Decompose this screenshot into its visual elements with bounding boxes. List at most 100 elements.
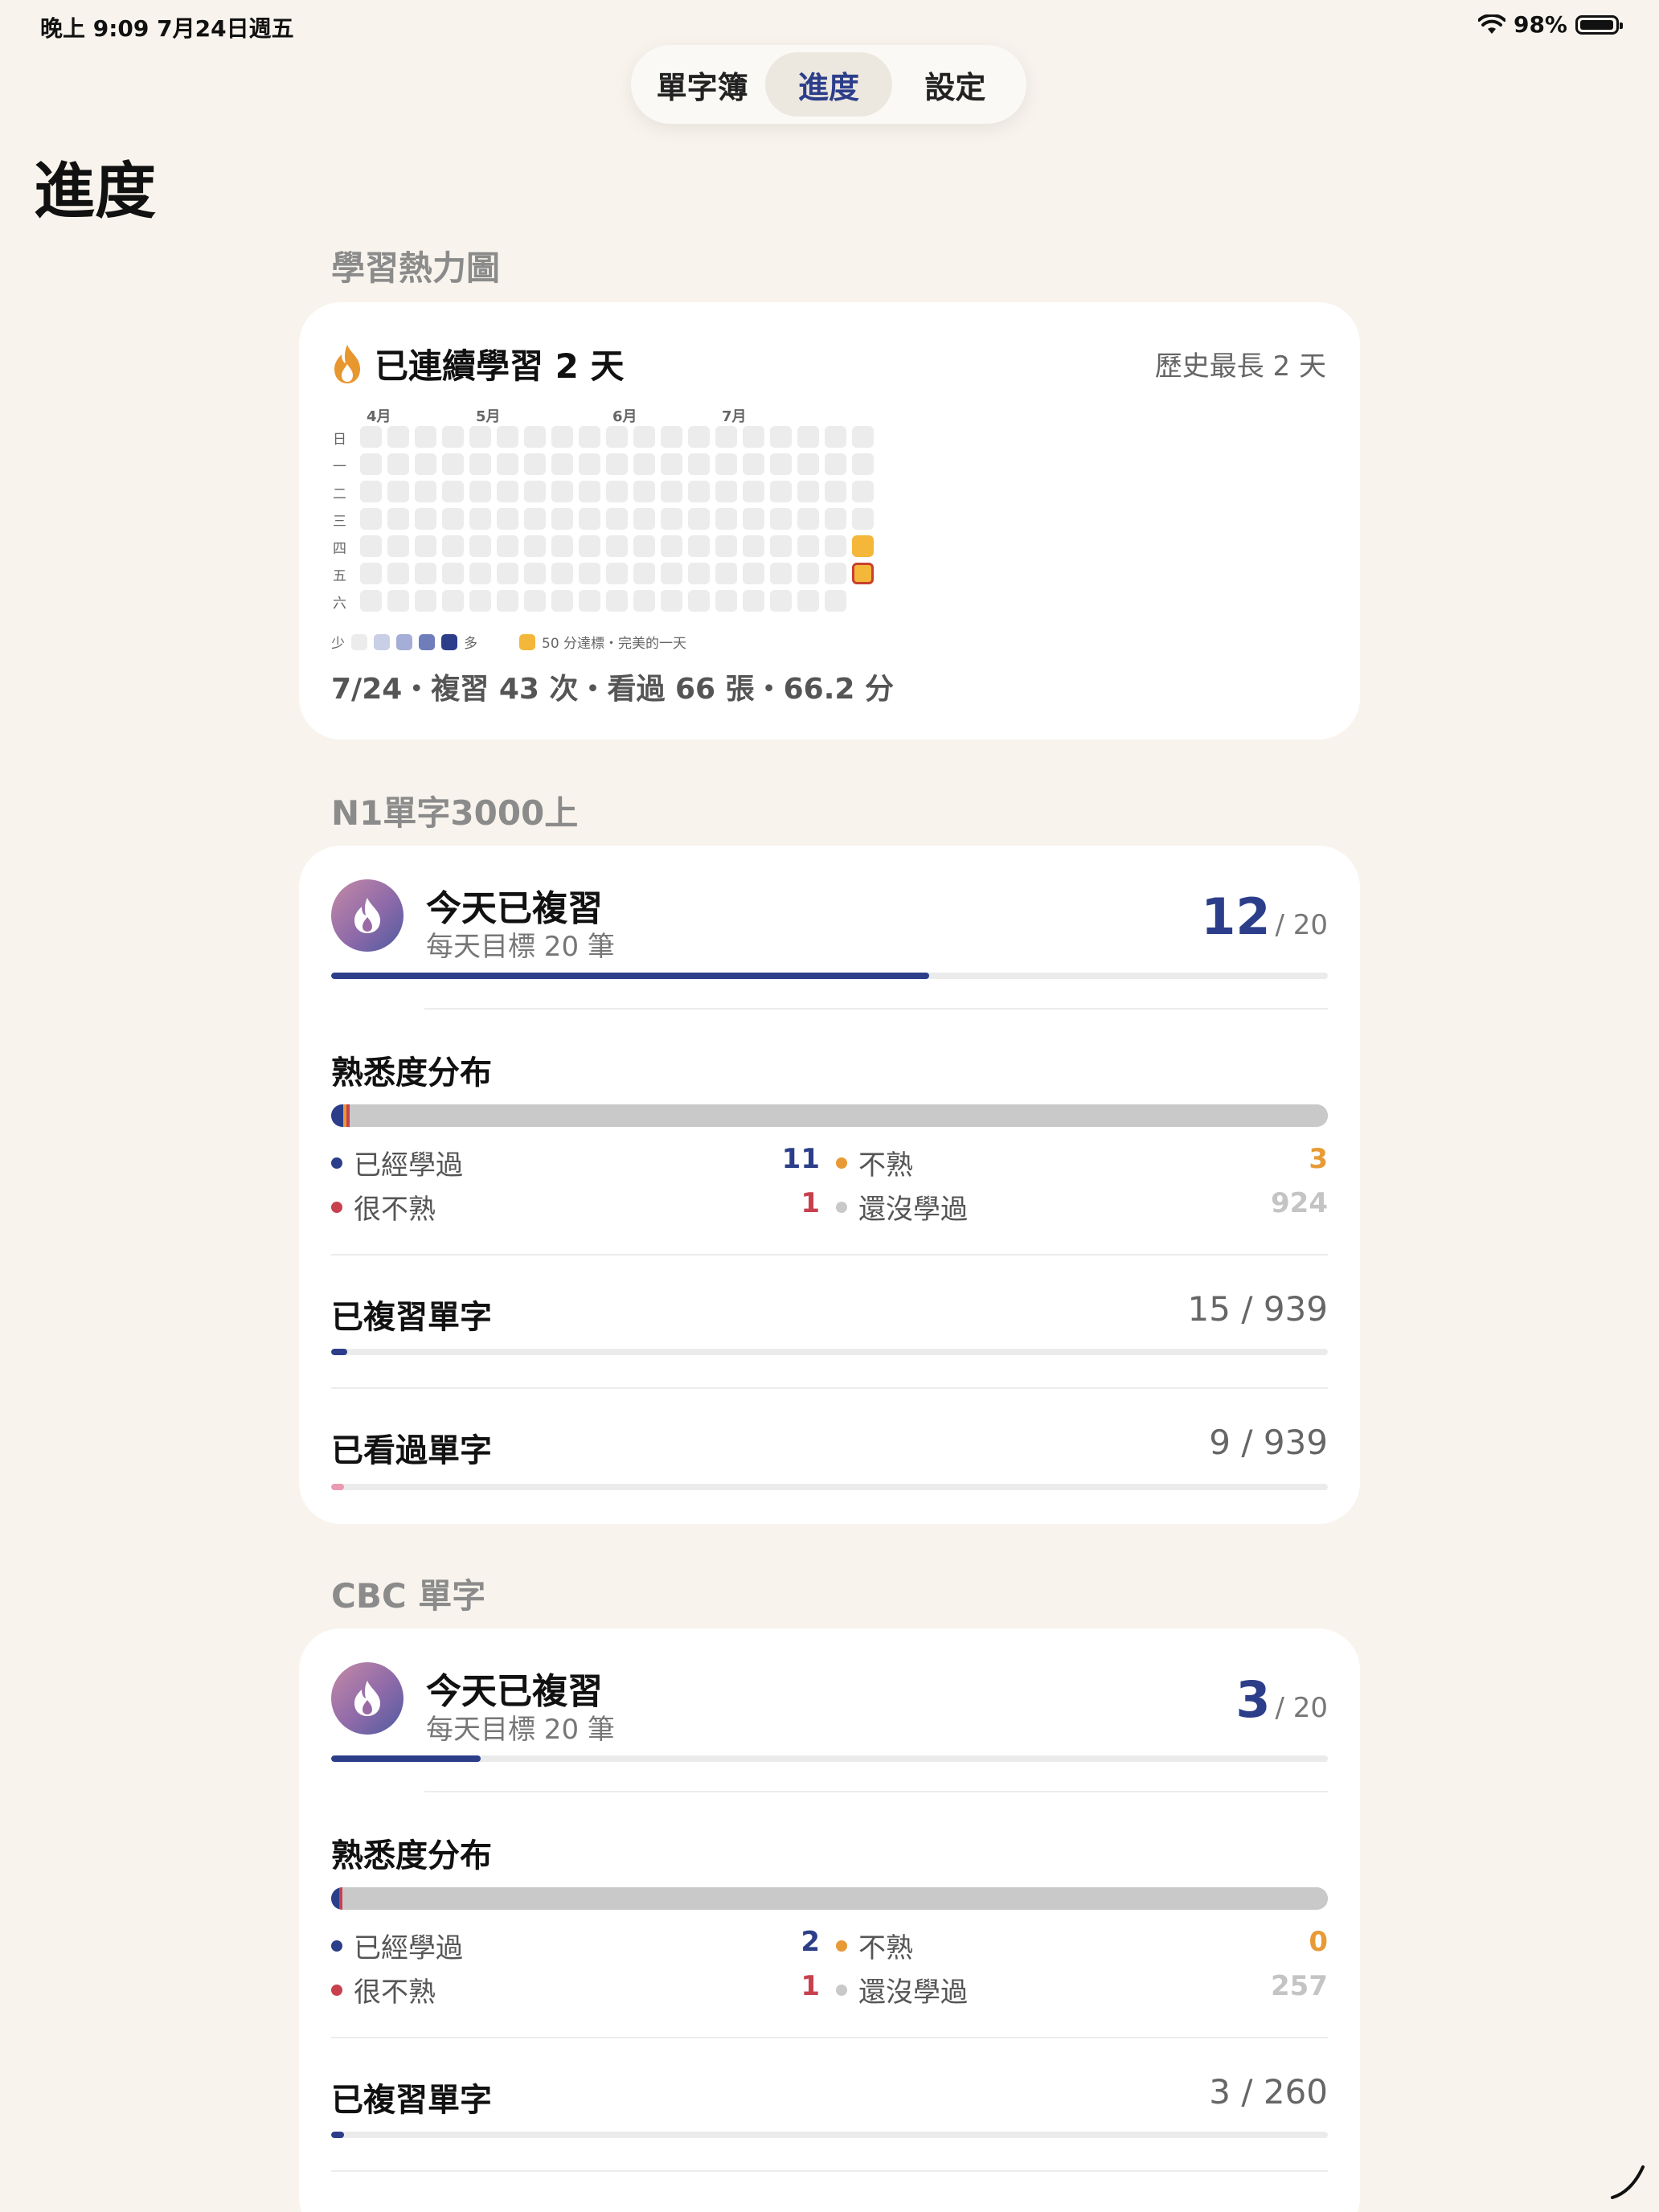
heatmap-cell[interactable]	[825, 535, 846, 557]
heatmap-cell[interactable]	[852, 453, 874, 475]
heatmap-cell[interactable]	[579, 508, 600, 530]
heatmap-cell[interactable]	[442, 590, 464, 612]
heatmap-cell[interactable]	[797, 535, 819, 557]
heatmap-cell[interactable]	[360, 426, 382, 448]
heatmap-cell[interactable]	[415, 453, 436, 475]
heatmap-cell[interactable]	[797, 590, 819, 612]
heatmap-cell[interactable]	[633, 508, 655, 530]
heatmap-cell[interactable]	[797, 453, 819, 475]
heatmap-cell[interactable]	[797, 426, 819, 448]
heatmap-cell[interactable]	[579, 426, 600, 448]
heatmap-cell[interactable]	[524, 535, 546, 557]
heatmap-cell[interactable]	[661, 426, 682, 448]
heatmap-cell[interactable]	[606, 426, 628, 448]
heatmap-cell[interactable]	[661, 590, 682, 612]
heatmap-cell[interactable]	[743, 535, 764, 557]
heatmap-cell[interactable]	[524, 563, 546, 584]
heatmap-cell[interactable]	[825, 563, 846, 584]
heatmap-cell[interactable]	[524, 508, 546, 530]
heatmap-cell[interactable]	[551, 590, 573, 612]
heatmap-cell[interactable]	[360, 481, 382, 502]
heatmap-cell[interactable]	[442, 453, 464, 475]
heatmap-cell[interactable]	[579, 453, 600, 475]
heatmap-cell[interactable]	[497, 453, 518, 475]
heatmap-cell[interactable]	[360, 453, 382, 475]
tab-wordbooks[interactable]: 單字簿	[639, 52, 765, 117]
heatmap-cell[interactable]	[497, 590, 518, 612]
heatmap-cell[interactable]	[469, 453, 491, 475]
heatmap-cell[interactable]	[688, 508, 710, 530]
heatmap-cell[interactable]	[715, 481, 737, 502]
heatmap-cell[interactable]	[415, 481, 436, 502]
heatmap-cell[interactable]	[770, 453, 792, 475]
heatmap-cell[interactable]	[469, 535, 491, 557]
heatmap-cell[interactable]	[633, 481, 655, 502]
deck-card[interactable]: 今天已複習 每天目標 20 筆 12 / 20 熟悉度分布 已經學過 11 不熟…	[299, 846, 1360, 1524]
heatmap-cell[interactable]	[579, 481, 600, 502]
heatmap-cell[interactable]	[360, 508, 382, 530]
heatmap-cell[interactable]	[469, 590, 491, 612]
heatmap-cell[interactable]	[743, 563, 764, 584]
heatmap-cell[interactable]	[825, 590, 846, 612]
heatmap-cell[interactable]	[387, 590, 409, 612]
heatmap-cell[interactable]	[797, 481, 819, 502]
heatmap-cell[interactable]	[415, 508, 436, 530]
heatmap-cell[interactable]	[360, 590, 382, 612]
heatmap-cell[interactable]	[387, 508, 409, 530]
heatmap-cell[interactable]	[387, 535, 409, 557]
heatmap-cell[interactable]	[633, 590, 655, 612]
heatmap-cell[interactable]	[551, 426, 573, 448]
heatmap-cell[interactable]	[688, 535, 710, 557]
heatmap-cell[interactable]	[469, 563, 491, 584]
heatmap-cell[interactable]	[852, 563, 874, 584]
heatmap-cell[interactable]	[415, 426, 436, 448]
heatmap-cell[interactable]	[770, 481, 792, 502]
heatmap-cell[interactable]	[469, 426, 491, 448]
heatmap-cell[interactable]	[633, 453, 655, 475]
heatmap-cell[interactable]	[743, 453, 764, 475]
heatmap-cell[interactable]	[633, 535, 655, 557]
heatmap-cell[interactable]	[497, 426, 518, 448]
heatmap-cell[interactable]	[770, 508, 792, 530]
heatmap-cell[interactable]	[661, 535, 682, 557]
heatmap-cell[interactable]	[579, 535, 600, 557]
heatmap-cell[interactable]	[387, 563, 409, 584]
heatmap-cell[interactable]	[442, 426, 464, 448]
heatmap-cell[interactable]	[415, 590, 436, 612]
heatmap-cell[interactable]	[743, 508, 764, 530]
heatmap-cell[interactable]	[579, 590, 600, 612]
heatmap-cell[interactable]	[360, 563, 382, 584]
heatmap-cell[interactable]	[715, 590, 737, 612]
heatmap-cell[interactable]	[442, 563, 464, 584]
heatmap-cell[interactable]	[661, 508, 682, 530]
heatmap-cell[interactable]	[551, 508, 573, 530]
heatmap-cell[interactable]	[852, 508, 874, 530]
heatmap-cell[interactable]	[524, 453, 546, 475]
heatmap-cell[interactable]	[661, 481, 682, 502]
heatmap-cell[interactable]	[497, 481, 518, 502]
deck-card[interactable]: 今天已複習 每天目標 20 筆 3 / 20 熟悉度分布 已經學過 2 不熟 0…	[299, 1628, 1360, 2212]
heatmap-cell[interactable]	[551, 481, 573, 502]
heatmap-cell[interactable]	[797, 563, 819, 584]
heatmap-cell[interactable]	[825, 481, 846, 502]
heatmap-cell[interactable]	[387, 453, 409, 475]
heatmap-cell[interactable]	[442, 481, 464, 502]
heatmap-cell[interactable]	[551, 453, 573, 475]
heatmap-cell[interactable]	[715, 563, 737, 584]
heatmap-cell[interactable]	[770, 535, 792, 557]
heatmap-cell[interactable]	[852, 535, 874, 557]
heatmap-cell[interactable]	[360, 535, 382, 557]
heatmap-cell[interactable]	[688, 453, 710, 475]
heatmap-cell[interactable]	[715, 535, 737, 557]
heatmap-cell[interactable]	[415, 535, 436, 557]
heatmap-cell[interactable]	[442, 535, 464, 557]
heatmap-cell[interactable]	[770, 426, 792, 448]
heatmap-cell[interactable]	[852, 426, 874, 448]
heatmap-cell[interactable]	[551, 563, 573, 584]
heatmap-cell[interactable]	[606, 508, 628, 530]
heatmap-cell[interactable]	[633, 563, 655, 584]
heatmap-cell[interactable]	[469, 508, 491, 530]
heatmap-cell[interactable]	[797, 508, 819, 530]
heatmap-cell[interactable]	[825, 508, 846, 530]
tab-progress[interactable]: 進度	[765, 52, 892, 117]
